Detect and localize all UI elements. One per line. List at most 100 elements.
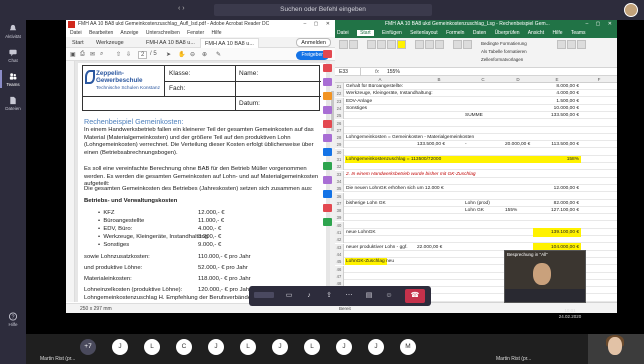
cell-e[interactable]: 113.500,00 € (535, 141, 579, 148)
row-number[interactable]: 31 (335, 156, 344, 163)
align-left-icon[interactable] (415, 40, 424, 49)
cell-a[interactable]: EDV-Anlage (346, 98, 372, 105)
participant-avatar[interactable]: J (112, 339, 128, 355)
row-number[interactable]: 27 (335, 126, 344, 134)
participant-avatar[interactable]: J (336, 339, 352, 355)
italic-icon[interactable] (377, 40, 386, 49)
camera-icon[interactable]: ▭ (283, 290, 295, 302)
cell-a[interactable]: neuer produktiver Lohn - ggf. (346, 244, 408, 251)
rail-item-chat[interactable]: Chat (0, 48, 26, 63)
conditional-format-button[interactable]: Bedingte Formatierung (481, 40, 527, 48)
save-icon[interactable]: ▣ (70, 51, 76, 58)
window-controls[interactable]: – ▢ ✕ (586, 20, 615, 29)
send-sign-icon[interactable] (323, 176, 332, 184)
table-row[interactable]: 36 (335, 192, 617, 200)
cell-c[interactable]: SUMME (465, 112, 483, 119)
row-number[interactable]: 28 (335, 134, 344, 142)
table-row[interactable]: 29 133.500,00 € - 20.000,00 € 113.500,00 € (335, 141, 617, 149)
comment-tool-icon[interactable] (323, 92, 332, 100)
signin-button[interactable]: Anmelden (296, 38, 331, 47)
row-number[interactable]: 42 (335, 236, 344, 244)
cell-c[interactable]: - (465, 141, 467, 148)
row-number[interactable]: 47 (335, 272, 344, 280)
table-row[interactable]: 23 EDV-Anlage 1.500,00 € (335, 97, 617, 105)
zoom-out-icon[interactable]: ⊖ (190, 51, 195, 58)
row-number[interactable]: 36 (335, 192, 344, 200)
search-input[interactable]: Suchen oder Befehl eingeben (214, 4, 432, 16)
select-tool-icon[interactable]: ➤ (166, 51, 171, 58)
row-number[interactable]: 30 (335, 148, 344, 156)
table-row[interactable]: 37 bisherige Lohn GK Lohn (prod) 82.000,00 … (335, 199, 617, 207)
menu-bearbeiten[interactable]: Bearbeiten (89, 30, 113, 36)
cell-e[interactable]: 133.500,00 € (535, 112, 579, 119)
cell-c[interactable]: Lohn GK (465, 207, 484, 214)
search-icon[interactable]: ⌕ (100, 51, 103, 58)
cell-e[interactable]: 1.500,00 € (535, 98, 579, 105)
more-actions-icon[interactable]: ⋯ (343, 290, 355, 302)
menu-fenster[interactable]: Fenster (187, 30, 204, 36)
formula-input[interactable]: 155% (387, 68, 400, 76)
cell-e[interactable]: 158% (535, 156, 579, 163)
participant-avatar[interactable]: L (240, 339, 256, 355)
table-row[interactable]: 35 Die neuen LohnGK erhöhen sich um 12.00… (335, 185, 617, 193)
leave-call-button[interactable]: ☎ (405, 289, 425, 303)
acrobat-sidebar[interactable] (66, 61, 75, 302)
table-row[interactable]: 41 neue LohnGK 139.100,00 € (335, 228, 617, 237)
combine-icon[interactable] (323, 106, 332, 114)
col-header[interactable]: C (463, 76, 503, 83)
user-avatar[interactable] (624, 3, 638, 17)
window-controls[interactable]: – ▢ ✕ (304, 20, 333, 29)
row-number[interactable]: 45 (335, 258, 344, 266)
cell-a[interactable]: Lohngemeinkosten = Gemeinkosten - Materi… (346, 134, 474, 141)
tab-hilfe[interactable]: Hilfe (553, 30, 563, 36)
rail-item-help[interactable]: ? Hilfe (0, 312, 26, 327)
row-number[interactable]: 29 (335, 141, 344, 149)
sum-icon[interactable] (567, 40, 576, 49)
chat-icon[interactable]: ▤ (363, 290, 375, 302)
name-box[interactable]: E33 (337, 68, 361, 76)
wrap-icon[interactable] (435, 40, 444, 49)
menu-anzeige[interactable]: Anzeige (120, 30, 138, 36)
row-number[interactable]: 35 (335, 185, 344, 193)
cell-a[interactable]: 2. In einem Handwerksbetrieb wurde bishe… (346, 171, 476, 178)
organize-icon[interactable] (323, 120, 332, 128)
row-number[interactable]: 34 (335, 177, 344, 185)
col-header[interactable]: F (581, 76, 617, 83)
cell-e[interactable]: 82.000,00 € (535, 200, 579, 207)
participant-avatar[interactable]: J (272, 339, 288, 355)
row-number[interactable]: 33 (335, 170, 344, 178)
cell-a[interactable]: Werkzeuge, Kleingeräte, Instandhaltung: (346, 90, 433, 97)
page-number-input[interactable]: 2 (138, 51, 148, 59)
cell-a[interactable]: neue LohnGK (346, 229, 376, 236)
cell-e[interactable]: 127.100,00 € (535, 207, 579, 214)
share-screen-icon[interactable]: ⇪ (323, 290, 335, 302)
tab-document-1[interactable]: FMH AA 10 BA8 u... (142, 38, 199, 48)
menu-unterschreiben[interactable]: Unterschreiben (146, 30, 180, 36)
format-table-button[interactable]: Als Tabelle formatieren (481, 48, 527, 56)
row-number[interactable]: 22 (335, 90, 344, 98)
cell-d[interactable]: 20.000,00 € (505, 141, 530, 148)
tab-document-2[interactable]: FMH AA 10 BA8 u... (200, 38, 259, 48)
tab-teams[interactable]: Teams (571, 30, 586, 36)
microphone-icon[interactable]: ♪ (303, 290, 315, 302)
cell-b[interactable]: 133.500,00 € (417, 141, 445, 148)
table-row[interactable]: 28 Lohngemeinkosten = Gemeinkosten - Mate… (335, 134, 617, 142)
row-number[interactable]: 39 (335, 214, 344, 222)
participant-avatar[interactable]: J (368, 339, 384, 355)
tab-datei[interactable]: Datei (337, 30, 349, 36)
tab-werkzeuge[interactable]: Werkzeuge (92, 38, 128, 48)
protect-icon[interactable] (323, 148, 332, 156)
table-row[interactable]: 38 Lohn GK 155% 127.100,00 € (335, 207, 617, 215)
zoom-in-icon[interactable]: ⊕ (202, 51, 207, 58)
bold-icon[interactable] (367, 40, 376, 49)
row-number[interactable]: 21 (335, 83, 344, 90)
underline-icon[interactable] (387, 40, 396, 49)
print-production-icon[interactable] (323, 218, 332, 226)
page-up-icon[interactable]: ⇧ (116, 51, 121, 58)
more-tools-icon[interactable] (323, 204, 332, 212)
cell-b[interactable]: 22.000,00 € (417, 244, 442, 251)
table-row[interactable]: 31 Lohngemeinkostenzuschlag = 113500/7200… (335, 156, 617, 164)
table-row[interactable]: 24 Sonstiges 10.000,00 € (335, 104, 617, 112)
cell-a[interactable]: Die neuen LohnGK erhöhen sich um 12.000 … (346, 185, 444, 192)
row-number[interactable]: 25 (335, 112, 344, 120)
